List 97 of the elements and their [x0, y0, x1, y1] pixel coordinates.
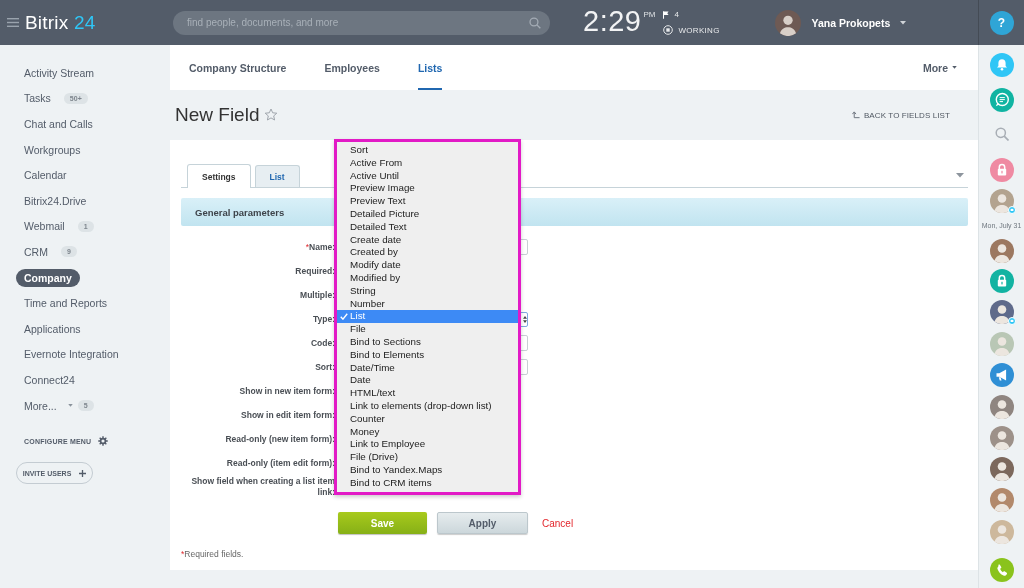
dropdown-option[interactable]: Sort [337, 144, 518, 157]
caret-icon [952, 66, 957, 69]
avatar-icon[interactable] [989, 239, 1014, 263]
field-label: Code: [309, 337, 335, 349]
sidebar-item[interactable]: Workgroups [16, 140, 89, 159]
flag-count[interactable]: 4 [674, 10, 680, 19]
field-label: Required: [294, 265, 335, 277]
tab[interactable]: Employees [324, 45, 380, 90]
work-status[interactable]: WORKING [678, 25, 720, 35]
sidebar-item[interactable]: Calendar [16, 166, 75, 185]
bell-icon[interactable] [989, 53, 1014, 77]
avatar-icon[interactable] [989, 488, 1014, 512]
required-note: *Required fields. [181, 549, 245, 559]
dropdown-option[interactable]: Link to elements (drop-down list) [337, 399, 518, 413]
dropdown-option[interactable]: Bind to Elements [337, 348, 518, 362]
sidebar-item[interactable]: Applications [16, 319, 89, 338]
star-icon[interactable] [264, 108, 279, 122]
avatar-icon[interactable] [989, 395, 1014, 419]
sidebar-item[interactable]: Chat and Calls [16, 115, 101, 133]
sidebar-item[interactable]: Bitrix24.Drive [16, 191, 95, 210]
sidebar-item[interactable]: Activity Stream [16, 63, 102, 82]
sidebar-item[interactable]: Tasks [16, 89, 59, 108]
avatar-icon[interactable] [989, 189, 1014, 213]
settings-icon[interactable] [98, 436, 109, 447]
dropdown-option[interactable]: Preview Image [337, 182, 518, 196]
field-label: Type: [311, 313, 335, 325]
logo[interactable]: Bitrix 24 [25, 11, 96, 34]
avatar-icon[interactable] [989, 426, 1014, 450]
caret-icon[interactable] [956, 173, 964, 178]
dropdown-option[interactable]: Bind to Sections [337, 335, 518, 349]
dropdown-option[interactable]: Modified by [337, 271, 518, 285]
status-ring-icon[interactable] [663, 25, 674, 35]
lock-icon[interactable] [989, 158, 1014, 182]
back-link[interactable]: BACK TO FIELDS LIST [851, 110, 950, 120]
form-tab[interactable]: Settings [187, 164, 251, 188]
clock-period: PM [643, 10, 656, 19]
lock-icon[interactable] [989, 269, 1014, 293]
dropdown-option[interactable]: File [337, 323, 518, 336]
dropdown-option[interactable]: String [337, 284, 518, 298]
field-label: Show in edit item form: [240, 409, 335, 421]
avatar-icon[interactable] [775, 9, 802, 36]
updown-arrows-icon [523, 314, 527, 324]
dropdown-option[interactable]: Date/Time [337, 361, 518, 375]
user-name[interactable]: Yana Prokopets [811, 16, 891, 29]
form-tab[interactable]: List [254, 165, 300, 187]
plus-icon [79, 469, 87, 477]
dropdown-option[interactable]: File (Drive) [337, 451, 518, 464]
dropdown-option[interactable]: Detailed Picture [337, 208, 518, 221]
more-menu-item[interactable]: More... [16, 396, 65, 415]
dropdown-option[interactable]: Create date [337, 233, 518, 247]
sidebar-item[interactable]: Evernote Integration [16, 345, 127, 364]
cancel-link[interactable]: Cancel [542, 512, 574, 534]
clock-time: 2:29 [583, 6, 642, 36]
menu-icon[interactable] [7, 18, 19, 27]
caret-icon[interactable] [67, 404, 73, 407]
tab[interactable]: Lists [417, 45, 443, 90]
dropdown-option[interactable]: Link to Employee [337, 438, 518, 452]
dropdown-option[interactable]: Bind to CRM items [337, 476, 518, 490]
field-label: Read-only (new item form): [224, 433, 335, 445]
return-arrow-icon [851, 111, 860, 119]
sidebar-item[interactable]: Time and Reports [16, 294, 116, 313]
dropdown-option[interactable]: Active From [337, 156, 518, 170]
field-label: Read-only (item edit form): [225, 457, 335, 469]
search-icon[interactable] [994, 127, 1009, 141]
sidebar-item[interactable]: Webmail [16, 217, 73, 236]
status-badge-icon [1007, 206, 1016, 214]
dropdown-option[interactable]: Money [337, 425, 518, 439]
dropdown-option[interactable]: Modify date [337, 259, 518, 272]
tab[interactable]: Company Structure [189, 45, 287, 90]
dropdown-option[interactable]: Number [337, 297, 518, 311]
search-icon[interactable] [529, 16, 541, 29]
dropdown-option[interactable]: Bind to Yandex.Maps [337, 463, 518, 477]
sidebar-item[interactable]: Connect24 [16, 370, 83, 389]
megaphone-icon[interactable] [989, 363, 1014, 387]
status-badge-icon [1007, 317, 1016, 325]
avatar-icon[interactable] [989, 457, 1014, 481]
dropdown-option[interactable]: Date [337, 374, 518, 388]
sidebar-item[interactable]: CRM [16, 242, 56, 261]
more-menu[interactable]: More [922, 45, 957, 90]
check-icon [340, 313, 348, 321]
caret-icon[interactable] [900, 20, 907, 25]
dropdown-option[interactable]: Created by [337, 246, 518, 260]
field-label: Sort: [314, 361, 335, 373]
avatar-icon[interactable] [989, 300, 1014, 324]
page-title: New Field [175, 104, 260, 126]
phone-icon[interactable] [989, 558, 1014, 582]
dropdown-option[interactable]: HTML/text [337, 387, 518, 400]
field-label: Multiple: [299, 289, 335, 301]
chat-icon[interactable] [989, 88, 1014, 112]
dropdown-option[interactable]: Preview Text [337, 195, 518, 208]
sidebar-item[interactable]: Company [16, 268, 80, 287]
field-label: *Name: [304, 241, 335, 253]
dropdown-option[interactable]: Active Until [337, 169, 518, 183]
flag-icon[interactable] [663, 10, 670, 19]
dropdown-option[interactable]: Counter [337, 412, 518, 426]
field-label: Show in new item form: [238, 385, 335, 397]
secondary-button[interactable]: Apply [437, 512, 528, 534]
